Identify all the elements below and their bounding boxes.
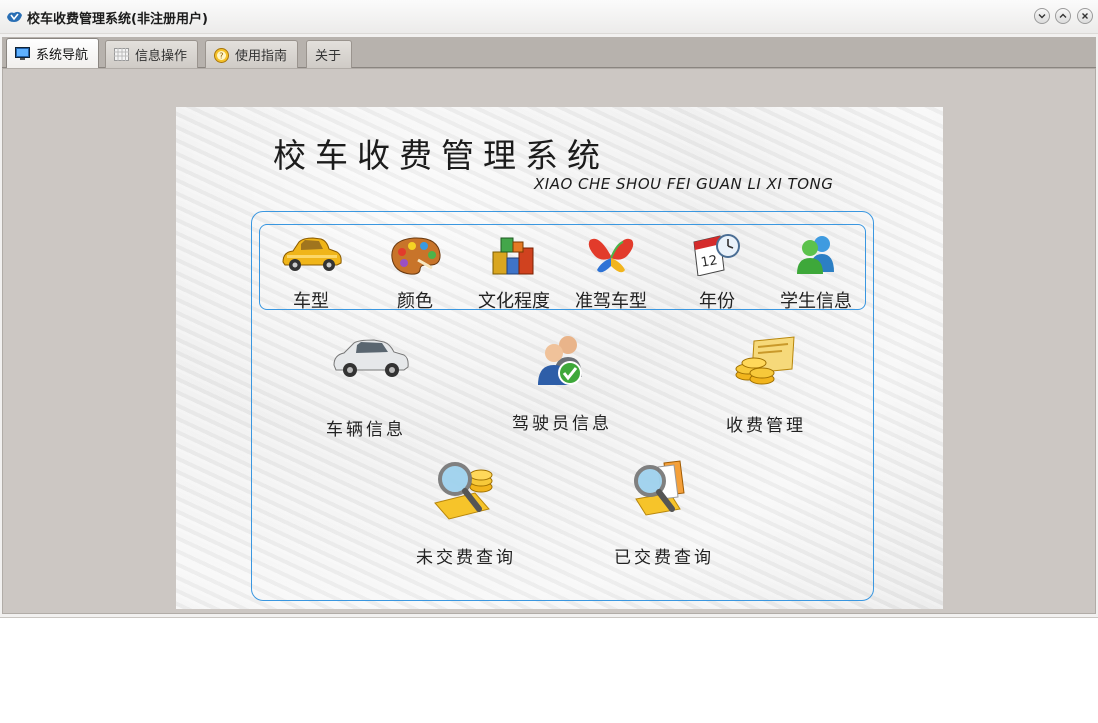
coins-card-icon: [735, 336, 795, 385]
palette-icon: [391, 237, 441, 275]
window-title: 校车收费管理系统(非注册用户): [27, 12, 208, 27]
nav-label: 年份: [699, 291, 735, 312]
help-icon: ?: [214, 48, 229, 63]
silver-car-icon: [333, 339, 409, 377]
svg-text:?: ?: [219, 52, 223, 61]
app-window: 校车收费管理系统(非注册用户) 系统导航 信息操作 ? 使用指南 关于 校车收费…: [0, 0, 1098, 618]
tab-info-ops[interactable]: 信息操作: [105, 40, 199, 68]
nav-label: 未交费查询: [416, 548, 516, 568]
close-button[interactable]: [1077, 8, 1093, 24]
nav-label: 颜色: [397, 291, 433, 312]
butterfly-icon: [588, 238, 634, 273]
maximize-button[interactable]: [1055, 8, 1071, 24]
system-title: 校车收费管理系统: [273, 136, 609, 175]
tab-label: 系统导航: [36, 48, 89, 63]
nav-label: 收费管理: [726, 416, 806, 436]
tab-user-guide[interactable]: ? 使用指南: [205, 40, 299, 68]
nav-color[interactable]: 颜色: [376, 232, 454, 312]
nav-student-info[interactable]: 学生信息: [774, 232, 858, 312]
nav-license-type[interactable]: 准驾车型: [569, 232, 653, 312]
chevron-up-icon: [1059, 13, 1067, 18]
tab-label: 关于: [315, 49, 342, 64]
nav-label: 车辆信息: [326, 420, 406, 440]
search-docs-icon: [634, 460, 685, 516]
title-bar: 校车收费管理系统(非注册用户): [0, 0, 1098, 34]
nav-fee-management[interactable]: 收费管理: [716, 335, 816, 436]
nav-label: 车型: [293, 291, 329, 312]
nav-car-type[interactable]: 车型: [272, 232, 350, 312]
nav-label: 已交费查询: [614, 548, 714, 568]
nav-driver-info[interactable]: 驾驶员信息: [502, 333, 622, 435]
tab-strip: 系统导航 信息操作 ? 使用指南 关于: [2, 37, 1096, 68]
system-subtitle: XIAO CHE SHOU FEI GUAN LI XI TONG: [534, 175, 834, 193]
tab-about[interactable]: 关于: [306, 40, 353, 68]
nav-education[interactable]: 文化程度: [472, 232, 556, 312]
yellow-car-icon: [282, 237, 342, 271]
chevron-down-icon: [1038, 14, 1046, 19]
svg-text:12: 12: [700, 253, 719, 271]
grid-icon: [114, 48, 129, 61]
users-icon: [797, 236, 834, 274]
nav-label: 驾驶员信息: [512, 414, 612, 434]
tab-system-nav[interactable]: 系统导航: [6, 38, 100, 68]
nav-label: 文化程度: [478, 291, 550, 312]
minimize-button[interactable]: [1034, 8, 1050, 24]
nav-label: 准驾车型: [575, 291, 647, 312]
building-blocks-icon: [492, 237, 534, 275]
app-logo-icon: [6, 9, 23, 24]
tab-label: 使用指南: [235, 49, 288, 64]
drivers-check-icon: [538, 336, 582, 385]
calendar-clock-icon: 12: [693, 234, 740, 276]
navigation-panel: 校车收费管理系统 XIAO CHE SHOU FEI GUAN LI XI TO…: [176, 107, 943, 609]
content-area: 校车收费管理系统 XIAO CHE SHOU FEI GUAN LI XI TO…: [2, 68, 1096, 614]
nav-label: 学生信息: [780, 291, 852, 312]
nav-paid-query[interactable]: 已交费查询: [604, 459, 724, 568]
close-icon: [1082, 13, 1088, 19]
nav-year[interactable]: 12 年份: [678, 232, 756, 312]
tab-label: 信息操作: [135, 49, 188, 64]
search-coins-icon: [434, 462, 493, 520]
nav-unpaid-query[interactable]: 未交费查询: [406, 459, 526, 568]
monitor-icon: [15, 47, 30, 60]
nav-vehicle-info[interactable]: 车辆信息: [316, 335, 416, 440]
